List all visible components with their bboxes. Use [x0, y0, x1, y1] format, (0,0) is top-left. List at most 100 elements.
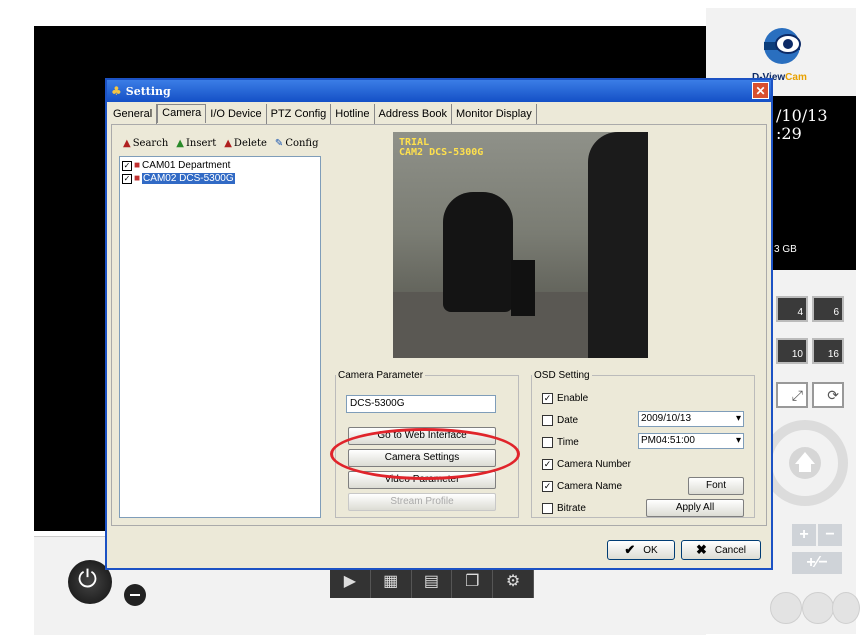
preview-osd: TRIAL CAM2 DCS-5300G — [399, 138, 483, 158]
zoom-reset-button[interactable]: +⁄− — [792, 552, 842, 574]
checkbox-unchecked — [542, 503, 553, 514]
insert-label: Insert — [185, 138, 217, 149]
layout-6-button[interactable]: 6 — [812, 296, 844, 322]
video-parameter-button[interactable]: Video Parameter — [348, 471, 496, 489]
camera-icon: ■ — [134, 160, 141, 171]
config-label: Config — [285, 138, 319, 149]
font-button[interactable]: Font — [688, 477, 744, 495]
layout-4-button[interactable]: 4 — [776, 296, 808, 322]
tab-ptz-config[interactable]: PTZ Config — [267, 104, 332, 124]
snapshot-icon[interactable]: ▦ — [371, 566, 412, 598]
tab-general[interactable]: General — [109, 104, 158, 124]
minimize-icon[interactable] — [124, 584, 146, 606]
enable-label: Enable — [557, 393, 589, 404]
checkbox-checked: ✓ — [542, 481, 553, 492]
tab-bar: General Camera I/O Device PTZ Config Hot… — [109, 104, 537, 124]
insert-icon: ▲ — [176, 138, 184, 149]
camera-settings-button[interactable]: Camera Settings — [348, 449, 496, 467]
delete-button[interactable]: ▲ Delete — [224, 138, 267, 149]
insert-button[interactable]: ▲ Insert — [176, 138, 216, 149]
tab-monitor-display[interactable]: Monitor Display — [452, 104, 537, 124]
checkbox-unchecked — [542, 437, 553, 448]
window-icon[interactable]: ❐ — [452, 566, 494, 598]
tab-hotline[interactable]: Hotline — [331, 104, 375, 124]
nav-center-button[interactable] — [802, 592, 834, 624]
search-button[interactable]: ▲ Search — [123, 138, 168, 149]
playback-icon[interactable]: ▶ — [330, 566, 371, 598]
camera-name-label: Camera Name — [557, 481, 623, 492]
rotate-icon: ⟳ — [827, 387, 839, 403]
tree-item-cam02[interactable]: ✓ ■ CAM02 DCS-5300G — [122, 172, 318, 185]
cycle-button[interactable]: ⟳ — [812, 382, 844, 408]
camera-name-checkbox[interactable]: ✓ Camera Name — [542, 481, 622, 492]
checkbox-checked: ✓ — [542, 393, 553, 404]
delete-icon: ▲ — [224, 138, 232, 149]
tab-camera[interactable]: Camera — [157, 104, 207, 123]
camera-number-checkbox[interactable]: ✓ Camera Number — [542, 459, 631, 470]
close-button[interactable]: ✕ — [752, 82, 769, 99]
bg-date: /10/13 — [776, 106, 828, 125]
preview-chair — [443, 192, 513, 312]
camera-parameter-legend: Camera Parameter — [338, 370, 424, 381]
dialog-titlebar: ♣ Setting — [107, 80, 771, 102]
tree-item-label: CAM01 Department — [142, 160, 231, 171]
close-icon: ✖ — [695, 542, 707, 557]
ok-label: OK — [643, 544, 658, 556]
ok-button[interactable]: ✔ OK — [607, 540, 675, 560]
search-icon: ▲ — [123, 138, 131, 149]
cancel-label: Cancel — [714, 544, 747, 556]
osd-line-2: CAM2 DCS-5300G — [399, 147, 484, 158]
camera-parameter-group: Camera Parameter DCS-5300G Go to Web Int… — [335, 370, 519, 518]
setting-dialog: ♣ Setting ✕ General Camera I/O Device PT… — [105, 78, 773, 570]
bottom-toolbar: ▶ ▦ ▤ ❐ ⚙ — [330, 566, 534, 598]
delete-label: Delete — [233, 138, 267, 149]
zoom-out-button[interactable]: − — [818, 524, 842, 546]
nav-left-button[interactable] — [770, 592, 802, 624]
tree-checkbox[interactable]: ✓ — [122, 160, 132, 171]
config-icon: ✎ — [274, 138, 284, 149]
zoom-in-button[interactable]: + — [792, 524, 816, 546]
bg-time: :29 — [776, 124, 802, 143]
camera-name-field[interactable]: DCS-5300G — [346, 395, 496, 413]
date-select[interactable]: 2009/10/13 — [638, 411, 744, 427]
layout-icon[interactable]: ▤ — [412, 566, 453, 598]
setting-icon: ♣ — [111, 84, 122, 98]
cancel-button[interactable]: ✖ Cancel — [681, 540, 761, 560]
apply-all-button[interactable]: Apply All — [646, 499, 744, 517]
camera-preview: TRIAL CAM2 DCS-5300G — [393, 132, 648, 358]
layout-10-button[interactable]: 10 — [776, 338, 808, 364]
fullscreen-button[interactable]: ⤢ — [776, 382, 808, 408]
date-label: Date — [557, 415, 579, 426]
tree-checkbox[interactable]: ✓ — [122, 173, 132, 184]
expand-icon: ⤢ — [791, 387, 803, 403]
osd-setting-legend: OSD Setting — [534, 370, 590, 381]
dviewcam-logo-icon — [764, 28, 801, 64]
bitrate-checkbox[interactable]: Bitrate — [542, 503, 586, 514]
enable-checkbox[interactable]: ✓ Enable — [542, 393, 588, 404]
osd-setting-group: OSD Setting ✓ Enable Date 2009/10/13 Tim… — [531, 370, 755, 518]
search-label: Search — [132, 138, 169, 149]
ptz-control-pad[interactable] — [762, 420, 848, 506]
check-icon: ✔ — [624, 542, 636, 557]
tab-address-book[interactable]: Address Book — [375, 104, 452, 124]
camera-icon: ■ — [134, 173, 141, 184]
dialog-title: Setting — [125, 84, 171, 98]
date-checkbox[interactable]: Date — [542, 415, 578, 426]
preview-post — [588, 132, 648, 358]
camera-tree: ✓ ■ CAM01 Department ✓ ■ CAM02 DCS-5300G — [119, 156, 321, 518]
checkbox-checked: ✓ — [542, 459, 553, 470]
nav-right-button[interactable] — [832, 592, 860, 624]
preview-computer — [511, 260, 535, 316]
stream-profile-button: Stream Profile — [348, 493, 496, 511]
web-interface-button[interactable]: Go to Web Interface — [348, 427, 496, 445]
config-button[interactable]: ✎ Config — [275, 138, 319, 149]
time-select[interactable]: PM04:51:00 — [638, 433, 744, 449]
layout-16-button[interactable]: 16 — [812, 338, 844, 364]
tab-io-device[interactable]: I/O Device — [206, 104, 267, 124]
bitrate-label: Bitrate — [557, 503, 586, 514]
gear-icon[interactable]: ⚙ — [493, 566, 534, 598]
tree-item-cam01[interactable]: ✓ ■ CAM01 Department — [122, 159, 318, 172]
camera-toolbar: ▲ Search ▲ Insert ▲ Delete ✎ Config — [123, 138, 319, 149]
camera-number-label: Camera Number — [557, 459, 631, 470]
time-checkbox[interactable]: Time — [542, 437, 579, 448]
